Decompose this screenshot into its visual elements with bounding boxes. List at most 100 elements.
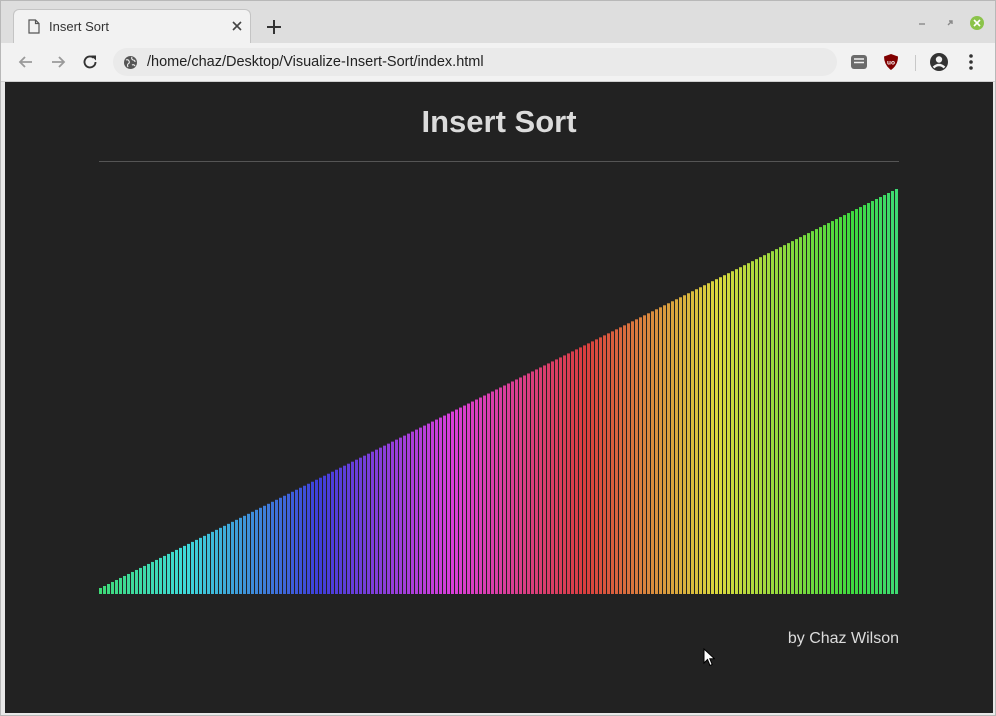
bar	[743, 265, 746, 594]
minimize-icon[interactable]	[914, 15, 930, 31]
bar	[563, 355, 566, 594]
bar	[779, 247, 782, 594]
bar	[591, 341, 594, 594]
bar	[227, 523, 230, 594]
bar	[811, 231, 814, 594]
bar	[299, 487, 302, 594]
bar	[123, 575, 126, 594]
page-viewport: Insert Sort by Chaz Wilson	[5, 82, 993, 713]
bar	[875, 199, 878, 594]
bar	[199, 537, 202, 594]
bar	[399, 437, 402, 594]
bar	[331, 471, 334, 594]
bar	[367, 453, 370, 594]
account-icon[interactable]	[929, 52, 949, 72]
bar	[435, 419, 438, 594]
bar	[655, 309, 658, 594]
bar	[603, 335, 606, 594]
bar	[319, 477, 322, 594]
ublock-origin-icon[interactable]: uo	[882, 53, 900, 71]
bar	[167, 553, 170, 594]
bar	[687, 293, 690, 594]
bar	[647, 313, 650, 594]
forward-icon[interactable]	[48, 52, 68, 72]
bar	[699, 287, 702, 594]
chat-extension-icon[interactable]	[850, 53, 868, 71]
bar-chart	[99, 189, 898, 594]
bar	[695, 289, 698, 594]
bar	[659, 307, 662, 594]
new-tab-icon[interactable]	[265, 18, 283, 36]
bar	[547, 363, 550, 594]
bar	[479, 397, 482, 594]
bar	[879, 197, 882, 594]
bar	[855, 209, 858, 594]
restore-icon[interactable]	[942, 15, 958, 31]
bar	[207, 533, 210, 594]
bar	[559, 357, 562, 594]
bar	[283, 495, 286, 594]
reload-icon[interactable]	[80, 52, 100, 72]
bar	[747, 263, 750, 594]
bar	[455, 409, 458, 594]
bar	[443, 415, 446, 594]
bar	[551, 361, 554, 594]
back-icon[interactable]	[16, 52, 36, 72]
bar	[803, 235, 806, 594]
bar	[363, 455, 366, 594]
bar	[859, 207, 862, 594]
bar	[231, 521, 234, 594]
bar	[243, 515, 246, 594]
bar	[575, 349, 578, 594]
bar	[519, 377, 522, 594]
bar	[139, 567, 142, 594]
bar	[219, 527, 222, 594]
bar	[635, 319, 638, 594]
window-close-icon[interactable]	[969, 15, 985, 31]
bar	[787, 243, 790, 594]
bar	[571, 351, 574, 594]
bar	[131, 571, 134, 594]
svg-text:uo: uo	[887, 60, 895, 67]
bar	[823, 225, 826, 594]
bar	[843, 215, 846, 594]
bar	[235, 519, 238, 594]
bar	[263, 505, 266, 594]
bar	[379, 447, 382, 594]
bar	[891, 191, 894, 594]
bar	[315, 479, 318, 594]
bar	[423, 425, 426, 594]
bar	[531, 371, 534, 594]
bar	[599, 337, 602, 594]
bar	[611, 331, 614, 594]
mouse-cursor-icon	[703, 648, 715, 667]
bar	[215, 529, 218, 594]
more-options-icon[interactable]	[963, 52, 979, 72]
toolbar-separator	[915, 55, 916, 71]
bar	[151, 561, 154, 594]
bar	[175, 549, 178, 594]
bar	[883, 195, 886, 594]
bar	[543, 365, 546, 594]
page-icon	[28, 19, 40, 34]
bar	[343, 465, 346, 594]
bar	[491, 391, 494, 594]
bar	[467, 403, 470, 594]
bar	[703, 285, 706, 594]
bar	[483, 395, 486, 594]
bar	[763, 255, 766, 594]
bar	[751, 261, 754, 594]
bar	[595, 339, 598, 594]
bar	[411, 431, 414, 594]
bar	[771, 251, 774, 594]
bar	[171, 551, 174, 594]
tab-insert-sort[interactable]: Insert Sort	[13, 9, 251, 43]
bar	[383, 445, 386, 594]
close-tab-icon[interactable]	[230, 19, 244, 33]
bar	[639, 317, 642, 594]
bar	[587, 343, 590, 594]
address-bar[interactable]: /home/chaz/Desktop/Visualize-Insert-Sort…	[113, 48, 837, 76]
bar	[251, 511, 254, 594]
tab-strip: Insert Sort	[1, 1, 995, 43]
bar	[851, 211, 854, 594]
